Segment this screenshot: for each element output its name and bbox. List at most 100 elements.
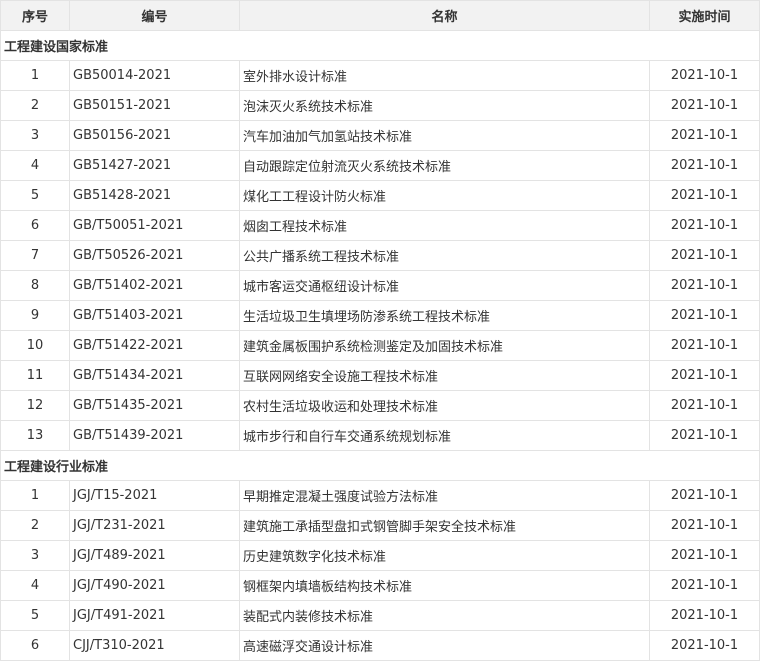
- effective-date: 2021-10-1: [649, 150, 760, 181]
- row-index: 4: [0, 150, 70, 181]
- row-index: 1: [0, 60, 70, 91]
- table-row: 1 GB50014-2021 室外排水设计标准 2021-10-1: [0, 60, 760, 91]
- effective-date: 2021-10-1: [649, 570, 760, 601]
- standard-name: 农村生活垃圾收运和处理技术标准: [239, 390, 650, 421]
- table-body: 工程建设国家标准 1 GB50014-2021 室外排水设计标准 2021-10-1 2 G…: [0, 30, 760, 661]
- standard-name: 早期推定混凝土强度试验方法标准: [239, 480, 650, 511]
- standard-name: 装配式内装修技术标准: [239, 600, 650, 631]
- standard-name: 互联网网络安全设施工程技术标准: [239, 360, 650, 391]
- standard-code: JGJ/T231-2021: [69, 510, 240, 541]
- table-row: 1 JGJ/T15-2021 早期推定混凝土强度试验方法标准 2021-10-1: [0, 480, 760, 511]
- column-header-name: 名称: [239, 0, 650, 31]
- standard-name: 泡沫灭火系统技术标准: [239, 90, 650, 121]
- effective-date: 2021-10-1: [649, 60, 760, 91]
- row-index: 3: [0, 120, 70, 151]
- standard-name: 城市步行和自行车交通系统规划标准: [239, 420, 650, 451]
- row-index: 6: [0, 210, 70, 241]
- effective-date: 2021-10-1: [649, 120, 760, 151]
- row-index: 4: [0, 570, 70, 601]
- row-index: 11: [0, 360, 70, 391]
- standard-name: 城市客运交通枢纽设计标准: [239, 270, 650, 301]
- standard-code: JGJ/T490-2021: [69, 570, 240, 601]
- standard-code: GB51428-2021: [69, 180, 240, 211]
- table-row: 3 GB50156-2021 汽车加油加气加氢站技术标准 2021-10-1: [0, 120, 760, 151]
- row-index: 5: [0, 600, 70, 631]
- standard-name: 建筑金属板围护系统检测鉴定及加固技术标准: [239, 330, 650, 361]
- table-row: 2 GB50151-2021 泡沫灭火系统技术标准 2021-10-1: [0, 90, 760, 121]
- effective-date: 2021-10-1: [649, 510, 760, 541]
- group-title: 工程建设国家标准: [0, 30, 760, 61]
- row-index: 5: [0, 180, 70, 211]
- table-row: 6 GB/T50051-2021 烟囱工程技术标准 2021-10-1: [0, 210, 760, 241]
- standard-name: 生活垃圾卫生填埋场防渗系统工程技术标准: [239, 300, 650, 331]
- table-row: 8 GB/T51402-2021 城市客运交通枢纽设计标准 2021-10-1: [0, 270, 760, 301]
- standard-name: 公共广播系统工程技术标准: [239, 240, 650, 271]
- standard-code: GB/T51402-2021: [69, 270, 240, 301]
- standard-code: GB/T50051-2021: [69, 210, 240, 241]
- column-header-code: 编号: [69, 0, 240, 31]
- effective-date: 2021-10-1: [649, 360, 760, 391]
- effective-date: 2021-10-1: [649, 210, 760, 241]
- standard-name: 钢框架内填墙板结构技术标准: [239, 570, 650, 601]
- standard-name: 历史建筑数字化技术标准: [239, 540, 650, 571]
- effective-date: 2021-10-1: [649, 300, 760, 331]
- table-row: 5 JGJ/T491-2021 装配式内装修技术标准 2021-10-1: [0, 600, 760, 631]
- row-index: 1: [0, 480, 70, 511]
- standard-code: GB/T51434-2021: [69, 360, 240, 391]
- effective-date: 2021-10-1: [649, 420, 760, 451]
- row-index: 2: [0, 510, 70, 541]
- row-index: 3: [0, 540, 70, 571]
- standard-code: CJJ/T310-2021: [69, 630, 240, 661]
- effective-date: 2021-10-1: [649, 630, 760, 661]
- table-row: 6 CJJ/T310-2021 高速磁浮交通设计标准 2021-10-1: [0, 630, 760, 661]
- effective-date: 2021-10-1: [649, 270, 760, 301]
- table-header-row: 序号 编号 名称 实施时间: [0, 0, 760, 31]
- standard-code: GB/T51435-2021: [69, 390, 240, 421]
- row-index: 13: [0, 420, 70, 451]
- effective-date: 2021-10-1: [649, 90, 760, 121]
- table-row: 10 GB/T51422-2021 建筑金属板围护系统检测鉴定及加固技术标准 2021…: [0, 330, 760, 361]
- standard-code: GB/T51422-2021: [69, 330, 240, 361]
- effective-date: 2021-10-1: [649, 390, 760, 421]
- row-index: 12: [0, 390, 70, 421]
- group-header-row: 工程建设行业标准: [0, 450, 760, 481]
- row-index: 2: [0, 90, 70, 121]
- effective-date: 2021-10-1: [649, 180, 760, 211]
- standard-code: GB51427-2021: [69, 150, 240, 181]
- standard-name: 汽车加油加气加氢站技术标准: [239, 120, 650, 151]
- standard-code: GB50151-2021: [69, 90, 240, 121]
- standard-code: JGJ/T15-2021: [69, 480, 240, 511]
- standard-code: JGJ/T491-2021: [69, 600, 240, 631]
- standard-code: GB/T50526-2021: [69, 240, 240, 271]
- standard-name: 煤化工工程设计防火标准: [239, 180, 650, 211]
- standard-name: 自动跟踪定位射流灭火系统技术标准: [239, 150, 650, 181]
- table-row: 9 GB/T51403-2021 生活垃圾卫生填埋场防渗系统工程技术标准 2021-1…: [0, 300, 760, 331]
- standards-table: 序号 编号 名称 实施时间 工程建设国家标准 1 GB50014-2021 室外排水设…: [0, 0, 760, 661]
- row-index: 9: [0, 300, 70, 331]
- table-row: 12 GB/T51435-2021 农村生活垃圾收运和处理技术标准 2021-10-1: [0, 390, 760, 421]
- row-index: 7: [0, 240, 70, 271]
- row-index: 10: [0, 330, 70, 361]
- group-title: 工程建设行业标准: [0, 450, 760, 481]
- table-row: 4 GB51427-2021 自动跟踪定位射流灭火系统技术标准 2021-10-1: [0, 150, 760, 181]
- table-row: 11 GB/T51434-2021 互联网网络安全设施工程技术标准 2021-10-1: [0, 360, 760, 391]
- table-row: 5 GB51428-2021 煤化工工程设计防火标准 2021-10-1: [0, 180, 760, 211]
- table-row: 4 JGJ/T490-2021 钢框架内填墙板结构技术标准 2021-10-1: [0, 570, 760, 601]
- standard-name: 建筑施工承插型盘扣式钢管脚手架安全技术标准: [239, 510, 650, 541]
- standard-name: 室外排水设计标准: [239, 60, 650, 91]
- effective-date: 2021-10-1: [649, 330, 760, 361]
- standard-name: 高速磁浮交通设计标准: [239, 630, 650, 661]
- table-row: 13 GB/T51439-2021 城市步行和自行车交通系统规划标准 2021-10-…: [0, 420, 760, 451]
- row-index: 8: [0, 270, 70, 301]
- table-row: 2 JGJ/T231-2021 建筑施工承插型盘扣式钢管脚手架安全技术标准 2021-…: [0, 510, 760, 541]
- row-index: 6: [0, 630, 70, 661]
- standard-name: 烟囱工程技术标准: [239, 210, 650, 241]
- effective-date: 2021-10-1: [649, 540, 760, 571]
- column-header-date: 实施时间: [649, 0, 760, 31]
- effective-date: 2021-10-1: [649, 240, 760, 271]
- effective-date: 2021-10-1: [649, 480, 760, 511]
- table-row: 7 GB/T50526-2021 公共广播系统工程技术标准 2021-10-1: [0, 240, 760, 271]
- standard-code: GB50156-2021: [69, 120, 240, 151]
- group-header-row: 工程建设国家标准: [0, 30, 760, 61]
- standard-code: GB/T51403-2021: [69, 300, 240, 331]
